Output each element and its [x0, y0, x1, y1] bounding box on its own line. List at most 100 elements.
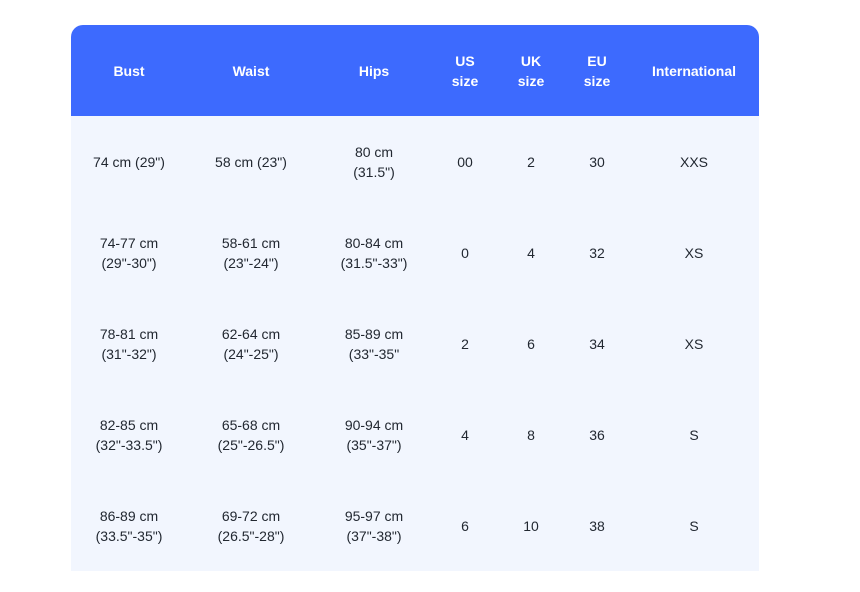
- header-label: Hips: [358, 62, 390, 79]
- cell-text: (29"-30"): [101, 254, 157, 271]
- table-body: 74 cm (29") 58 cm (23") 80 cm (31.5") 00 2 30 X…: [71, 116, 759, 571]
- header-eu-size: EU size: [565, 25, 629, 116]
- header-bust: Bust: [71, 25, 187, 116]
- cell-bust: 86-89 cm (33.5"-35"): [71, 480, 187, 571]
- cell-international: S: [629, 389, 759, 480]
- cell-text: 86-89 cm: [99, 507, 159, 524]
- cell-waist: 58-61 cm (23"-24"): [187, 207, 315, 298]
- cell-uk-size: 6: [497, 298, 565, 389]
- cell-text: 8: [527, 426, 535, 443]
- header-row: Bust Waist Hips US size UK size EU size Int…: [71, 25, 759, 116]
- cell-text: XS: [684, 244, 704, 261]
- cell-uk-size: 4: [497, 207, 565, 298]
- header-label: US: [455, 52, 475, 69]
- cell-text: (31.5"): [353, 163, 395, 180]
- cell-text: 62-64 cm: [221, 325, 281, 342]
- header-international: International: [629, 25, 759, 116]
- cell-text: (31"-32"): [101, 345, 157, 362]
- cell-text: S: [689, 517, 699, 534]
- cell-uk-size: 2: [497, 116, 565, 207]
- header-label: size: [451, 72, 479, 89]
- cell-text: 78-81 cm: [99, 325, 159, 342]
- header-hips: Hips: [315, 25, 433, 116]
- cell-text: 6: [527, 335, 535, 352]
- header-label: Waist: [232, 62, 270, 79]
- cell-text: 2: [461, 335, 469, 352]
- cell-text: 34: [589, 335, 605, 352]
- cell-text: 85-89 cm: [344, 325, 404, 342]
- header-waist: Waist: [187, 25, 315, 116]
- cell-text: XS: [684, 335, 704, 352]
- cell-hips: 90-94 cm (35"-37"): [315, 389, 433, 480]
- cell-text: (32"-33.5"): [95, 436, 163, 453]
- header-us-size: US size: [433, 25, 497, 116]
- cell-us-size: 0: [433, 207, 497, 298]
- cell-text: 80 cm: [354, 143, 394, 160]
- header-label: size: [517, 72, 545, 89]
- cell-text: 58-61 cm: [221, 234, 281, 251]
- cell-international: XXS: [629, 116, 759, 207]
- cell-text: XXS: [679, 153, 708, 170]
- cell-text: 30: [589, 153, 605, 170]
- cell-waist: 58 cm (23"): [187, 116, 315, 207]
- cell-text: (37"-38"): [346, 527, 402, 544]
- cell-international: XS: [629, 207, 759, 298]
- cell-waist: 65-68 cm (25"-26.5"): [187, 389, 315, 480]
- header-label: Bust: [113, 62, 145, 79]
- cell-bust: 74 cm (29"): [71, 116, 187, 207]
- header-label: UK: [520, 52, 542, 69]
- cell-text: 74-77 cm: [99, 234, 159, 251]
- cell-uk-size: 10: [497, 480, 565, 571]
- table-row: 74 cm (29") 58 cm (23") 80 cm (31.5") 00 2 30 X…: [71, 116, 759, 207]
- cell-bust: 78-81 cm (31"-32"): [71, 298, 187, 389]
- cell-text: (31.5"-33"): [340, 254, 408, 271]
- cell-text: 38: [589, 517, 605, 534]
- header-label: EU: [587, 52, 607, 69]
- cell-text: 90-94 cm: [344, 416, 404, 433]
- cell-hips: 85-89 cm (33"-35": [315, 298, 433, 389]
- cell-hips: 80-84 cm (31.5"-33"): [315, 207, 433, 298]
- cell-text: (24"-25"): [223, 345, 279, 362]
- cell-eu-size: 38: [565, 480, 629, 571]
- cell-text: 6: [461, 517, 469, 534]
- cell-bust: 74-77 cm (29"-30"): [71, 207, 187, 298]
- header-label: size: [583, 72, 611, 89]
- cell-us-size: 6: [433, 480, 497, 571]
- table-row: 82-85 cm (32"-33.5") 65-68 cm (25"-26.5") 90…: [71, 389, 759, 480]
- cell-hips: 80 cm (31.5"): [315, 116, 433, 207]
- cell-waist: 62-64 cm (24"-25"): [187, 298, 315, 389]
- cell-text: 00: [457, 153, 473, 170]
- cell-eu-size: 34: [565, 298, 629, 389]
- cell-uk-size: 8: [497, 389, 565, 480]
- cell-text: S: [689, 426, 699, 443]
- cell-text: 4: [527, 244, 535, 261]
- table-header: Bust Waist Hips US size UK size EU size Int…: [71, 25, 759, 116]
- header-uk-size: UK size: [497, 25, 565, 116]
- size-chart-table: Bust Waist Hips US size UK size EU size Int…: [71, 25, 759, 571]
- cell-eu-size: 32: [565, 207, 629, 298]
- table-row: 74-77 cm (29"-30") 58-61 cm (23"-24") 80-84 …: [71, 207, 759, 298]
- cell-text: (35"-37"): [346, 436, 402, 453]
- table-row: 86-89 cm (33.5"-35") 69-72 cm (26.5"-28") 95…: [71, 480, 759, 571]
- table-row: 78-81 cm (31"-32") 62-64 cm (24"-25") 85-89 …: [71, 298, 759, 389]
- cell-text: 0: [461, 244, 469, 261]
- cell-international: S: [629, 480, 759, 571]
- cell-text: 69-72 cm: [221, 507, 281, 524]
- cell-text: (33"-35": [348, 345, 400, 362]
- cell-eu-size: 30: [565, 116, 629, 207]
- cell-text: 4: [461, 426, 469, 443]
- cell-us-size: 00: [433, 116, 497, 207]
- cell-text: 65-68 cm: [221, 416, 281, 433]
- cell-text: (23"-24"): [223, 254, 279, 271]
- cell-eu-size: 36: [565, 389, 629, 480]
- cell-text: 95-97 cm: [344, 507, 404, 524]
- cell-text: (26.5"-28"): [217, 527, 285, 544]
- cell-text: 74 cm (29"): [93, 153, 165, 170]
- cell-text: (33.5"-35"): [95, 527, 163, 544]
- cell-text: 80-84 cm: [344, 234, 404, 251]
- cell-us-size: 4: [433, 389, 497, 480]
- cell-waist: 69-72 cm (26.5"-28"): [187, 480, 315, 571]
- cell-text: 10: [523, 517, 539, 534]
- cell-hips: 95-97 cm (37"-38"): [315, 480, 433, 571]
- cell-text: 36: [589, 426, 605, 443]
